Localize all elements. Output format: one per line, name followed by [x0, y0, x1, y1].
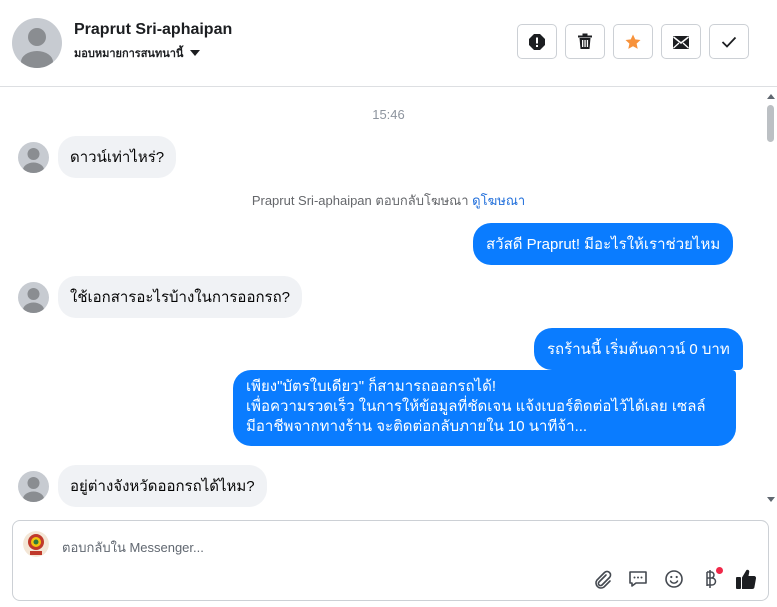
header-actions	[517, 24, 749, 59]
star-icon	[625, 34, 641, 49]
message-timestamp: 15:46	[372, 107, 405, 122]
saved-reply-icon	[629, 571, 647, 587]
composer-tools	[591, 567, 757, 590]
message-line: เพื่อความรวดเร็ว ในการให้ข้อมูลที่ชัดเจน…	[246, 398, 706, 415]
contact-name[interactable]: Praprut Sri-aphaipan	[74, 21, 232, 39]
incoming-message[interactable]: อยู่ต่างจังหวัดออกรถได้ไหม?	[58, 465, 267, 507]
notification-dot	[716, 567, 723, 574]
contact-avatar-small[interactable]	[18, 471, 49, 502]
reply-composer[interactable]: ตอบกลับใน Messenger...	[12, 520, 769, 601]
baht-icon	[706, 570, 717, 588]
view-ad-link[interactable]: ดูโฆษณา	[472, 193, 525, 208]
payment-button[interactable]	[699, 567, 723, 590]
alert-icon	[529, 33, 545, 50]
attach-button[interactable]	[591, 568, 613, 590]
emoji-button[interactable]	[663, 568, 685, 590]
outgoing-message[interactable]: สวัสดี Praprut! มีอะไรให้เราช่วยไหม	[473, 223, 734, 265]
scroll-down-arrow[interactable]	[767, 497, 775, 502]
contact-avatar[interactable]	[12, 18, 62, 68]
mark-unread-button[interactable]	[661, 24, 701, 59]
contact-avatar-small[interactable]	[18, 282, 49, 313]
reply-input[interactable]: ตอบกลับใน Messenger...	[62, 537, 204, 558]
message-line: มีอาชีพจากทางร้าน จะติดต่อกลับภายใน 10 น…	[246, 418, 588, 435]
incoming-message[interactable]: ใช้เอกสารอะไรบ้างในการออกรถ?	[58, 276, 303, 318]
like-button[interactable]	[735, 568, 757, 590]
thread-scrollbar[interactable]	[765, 88, 777, 507]
assign-label: มอบหมายการสนทนานี้	[74, 48, 184, 60]
message-thread[interactable]: 15:46 ดาวน์เท่าไหร่? Praprut Sri-aphaipa…	[0, 88, 777, 507]
chevron-down-icon	[190, 50, 201, 56]
scroll-up-arrow[interactable]	[767, 94, 775, 99]
saved-replies-button[interactable]	[627, 568, 649, 590]
scrollbar-thumb[interactable]	[767, 105, 774, 142]
spam-button[interactable]	[517, 24, 557, 59]
attach-icon	[595, 570, 612, 589]
follow-up-button[interactable]	[613, 24, 653, 59]
contact-avatar-small[interactable]	[18, 142, 49, 173]
trash-icon	[578, 33, 592, 49]
mark-unread-icon	[673, 35, 689, 49]
outgoing-message[interactable]: รถร้านนี้ เริ่มต้นดาวน์ 0 บาท	[534, 328, 743, 370]
check-icon	[721, 36, 737, 48]
assign-conversation-dropdown[interactable]: มอบหมายการสนทนานี้	[74, 44, 201, 62]
ad-reply-notice: Praprut Sri-aphaipan ตอบกลับโฆษณา ดูโฆษณ…	[0, 190, 777, 211]
ad-reply-text: Praprut Sri-aphaipan ตอบกลับโฆษณา	[251, 193, 469, 208]
outgoing-message-long[interactable]: เพียง"บัตรใบเดียว" ก็สามารถออกรถได้! เพื…	[233, 370, 736, 446]
emoji-icon	[665, 570, 683, 588]
incoming-message[interactable]: ดาวน์เท่าไหร่?	[58, 136, 177, 178]
delete-button[interactable]	[565, 24, 605, 59]
conversation-header: Praprut Sri-aphaipan มอบหมายการสนทนานี้	[0, 0, 777, 87]
mark-done-button[interactable]	[709, 24, 749, 59]
page-avatar	[23, 531, 49, 557]
message-line: เพียง"บัตรใบเดียว" ก็สามารถออกรถได้!	[246, 378, 496, 395]
thumbs-up-icon	[736, 569, 757, 589]
